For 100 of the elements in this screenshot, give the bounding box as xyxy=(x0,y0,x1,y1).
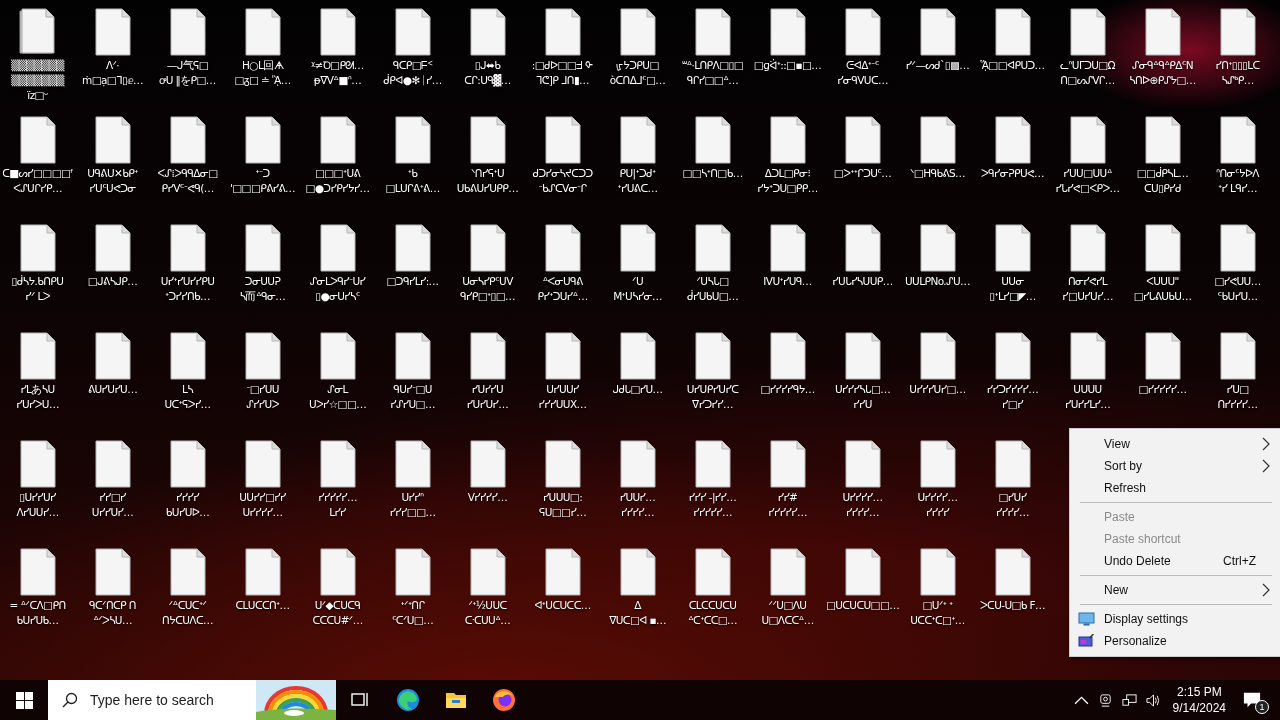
file-icon[interactable] xyxy=(317,440,358,488)
file-icon[interactable] xyxy=(1217,116,1258,164)
file-icon[interactable] xyxy=(1142,8,1183,56)
file-icon[interactable] xyxy=(542,116,583,164)
file-name[interactable]: ᑭᑌ|ᐩᑐᑯᐩ ᐩᓯᑌᕕᑕ… xyxy=(617,166,658,196)
file-icon[interactable] xyxy=(392,548,433,596)
file-icon[interactable] xyxy=(1067,116,1108,164)
file-name[interactable]: ᑌᓯᓯᓯᑌᓯ□… xyxy=(909,382,966,397)
file-name[interactable]: ᑫᑕᐟᑎᑕᑭ ᑎ ᐞᐟᐳᓴᑌ… xyxy=(89,598,136,628)
file-name[interactable]: = ᐞᐟᑕᐱ□ᑭᑎ ᑲᑌᓯᑌᑲ… xyxy=(9,598,66,628)
file-name[interactable]: ᐟᑌᓴᒐ□ ᑰᓯᑌᑲᑌ□… xyxy=(686,274,739,304)
file-name[interactable]: ᑌᑌᒪᑭNo.ᔑᑌ… xyxy=(905,274,970,289)
file-icon[interactable] xyxy=(992,332,1033,380)
file-name[interactable]: ᐩᐟᐩᑎᒋ ᑦᑕᐟᑌ□… xyxy=(391,598,434,628)
file-name[interactable]: □ᓯᓯᓯᓯᓯ… xyxy=(1138,382,1187,397)
file-name[interactable]: ᓯᓯ□ᓯ ᑌᓯᓯᑌᓯ… xyxy=(91,490,134,520)
file-name[interactable]: ᑌᓯᑌᑌᓯ ᓯᓯᓯᑌᑌX… xyxy=(538,382,587,412)
file-name[interactable]: ᒪᓴ ᑌᑕᐩᕋᐳᓯ… xyxy=(164,382,211,412)
file-icon[interactable] xyxy=(1067,224,1108,272)
edge-browser-icon[interactable] xyxy=(396,688,420,712)
file-icon[interactable] xyxy=(392,224,433,272)
file-icon[interactable] xyxy=(242,332,283,380)
firefox-icon[interactable] xyxy=(492,688,516,712)
file-icon[interactable] xyxy=(692,8,733,56)
file-name[interactable]: ᐱᐟ· ṁ□ạ□ᒣ▯ⅇ… xyxy=(82,58,143,88)
file-icon[interactable] xyxy=(617,548,658,596)
file-icon[interactable] xyxy=(92,8,133,56)
file-name[interactable]: ᵡ≠Ꝺ□ᑭᘛ… ᵽᐁᐯᐞ■ᐢ… xyxy=(311,58,364,88)
file-icon[interactable] xyxy=(692,224,733,272)
file-name[interactable]: ᓯᑌᒐᓯᓴᑌᑌᑭ… xyxy=(832,274,893,289)
file-icon[interactable] xyxy=(317,548,358,596)
file-name[interactable]: ᐟᐞᑕᑌᑕᐩᐟ ᑎᔭᑕᑌᐱᑕ… xyxy=(162,598,213,628)
file-icon[interactable] xyxy=(992,224,1033,272)
file-name[interactable]: ᓯᒪあᓴᑌ ᓯᑌᓯᐳᑌ… xyxy=(16,382,59,412)
file-name[interactable]: ᓯᓯ# ᓯᓯᓯᓯᓯ… xyxy=(768,490,807,520)
file-name[interactable]: ᑌᓯᐩᓯᑌᓯᓯᑭᑌ ᐩᑐᓯᓯᑎᑲ… xyxy=(160,274,215,304)
file-icon[interactable] xyxy=(242,116,283,164)
file-name[interactable]: :□ᑯᐅ□□ᖵ ᡐ ᒣᕦ]ᑭ ᒧᑎ▮… xyxy=(531,58,594,88)
file-name[interactable]: ᑌᓯᓯᓯᓯ… ᓯᓯᓯᓯ xyxy=(917,490,958,520)
file-icon[interactable] xyxy=(617,332,658,380)
file-name[interactable]: ᐢᑎᓂᑦᔭᐅᐱ ᐩᓯ ᒪᑫᓯ… xyxy=(1216,166,1259,196)
file-icon[interactable] xyxy=(992,548,1033,596)
file-name[interactable]: ᑫᑌᓯᐨ□ᑌ ᓯᔑᓯᑌ□… xyxy=(390,382,435,412)
file-icon[interactable] xyxy=(692,440,733,488)
file-name[interactable]: ᓯᓯᓯ -|ᓯᓯ… ᓯᓯᓯᓯᓯ… xyxy=(688,490,737,520)
file-name[interactable]: ᓯᓯᓯᓯᓯ… ᒪᓯᓯ xyxy=(318,490,357,520)
notification-icon[interactable] xyxy=(1243,691,1261,709)
file-name[interactable]: ᓯᓯᑐᓯᓯᓯᓯ… ᓯ□ᓯ xyxy=(986,382,1039,412)
file-icon[interactable] xyxy=(467,332,508,380)
file-name[interactable]: ᐳᑫᓯᓂᕈᑭᑌᕙ… xyxy=(981,166,1044,181)
file-name[interactable]: ᑕᒪᑕᑕᑌᑕᑌ ᐞᑕᐩᑕᑕ□… xyxy=(688,598,737,628)
file-name[interactable]: ᔑᓂᒪ ᑌᐳᓯ☆□□… xyxy=(308,382,367,412)
file-icon[interactable] xyxy=(92,332,133,380)
file-name[interactable]: ᐠ□ᕼᑫᑲᕕS… xyxy=(910,166,965,181)
file-icon[interactable] xyxy=(542,440,583,488)
file-icon[interactable] xyxy=(842,116,883,164)
file-icon[interactable] xyxy=(242,224,283,272)
file-icon[interactable] xyxy=(17,224,58,272)
file-name[interactable]: ᑌᓯᑌᑭᓯᑌᓯᑕ ᐁᓯᑐᓯᓯ… xyxy=(686,382,739,412)
file-name[interactable]: ᐃᑐᒪ□ᑭᓂ⁝ ᓯᔭᐩᑐᑌ□ᑭᑭ… xyxy=(757,166,818,196)
file-name[interactable]: ᐜᐞ·ᒪᑎᑭᐱ□▯□ ᑫᒋᓯ□□ᐞ… xyxy=(682,58,743,88)
file-icon[interactable] xyxy=(767,440,808,488)
file-name[interactable]: ᐩᐨᑐ '□□□ᑭᕕᓯᕕ… xyxy=(229,166,295,196)
file-icon[interactable] xyxy=(692,548,733,596)
file-name[interactable]: ᐞᐸᓂᑌᑫᕕ ᑭᓯᐩᑐᑌᓯᐞ… xyxy=(537,274,588,304)
file-name[interactable]: ᐸᔑ⁞ᐳᑫᑫᐃᓂ□ ᑭᓯᐯᑦᐨᕙᑫ(… xyxy=(157,166,218,196)
file-stack-icon[interactable] xyxy=(17,8,58,56)
windows-start-icon[interactable] xyxy=(16,691,33,709)
file-name[interactable]: ᒍᑯᒐ□ᓯᑌ… xyxy=(612,382,663,397)
file-name[interactable]: □ɡᐛᕀ::□▪□… xyxy=(753,58,822,73)
file-icon[interactable] xyxy=(167,332,208,380)
file-icon[interactable] xyxy=(917,440,958,488)
file-icon[interactable] xyxy=(317,224,358,272)
file-name[interactable]: ᐟᑌ Mᐩᑌᓴᓯᓂ… xyxy=(613,274,662,304)
file-icon[interactable] xyxy=(1067,332,1108,380)
file-name[interactable]: ᓚᐢᑌᒥᑐᑌ□Ω ᑎ□ᔕᔑᐯᒋ… xyxy=(1059,58,1116,88)
file-name[interactable]: ᑌᑌᑌᑌ ᓯᑌᓯᓯᒪᓯ… xyxy=(1064,382,1111,412)
file-name[interactable]: ᔑᓂᑫᐞᑫᐞᑭᐃᑦN ᓴᑎᐅ⊕ᑭᔑᔭ□… xyxy=(1129,58,1196,88)
file-icon[interactable] xyxy=(467,8,508,56)
file-name[interactable]: ᑕ■ᔕᓯ□□□□ᶠ ᐸᔑᑌᒋᓯᑭ… xyxy=(2,166,73,196)
menu-item[interactable]: View xyxy=(1070,433,1280,455)
file-name[interactable]: ▯ᑌᓯᓯᑌᓯ ᐱᓯᑌᑌᓯ… xyxy=(16,490,59,520)
file-icon[interactable] xyxy=(842,440,883,488)
file-icon[interactable] xyxy=(767,332,808,380)
menu-item[interactable]: Personalize xyxy=(1070,630,1280,652)
file-icon[interactable] xyxy=(17,548,58,596)
file-name[interactable]: □□ᑰᑭᓴᒪ… ᑕᑌ▯ᑭᓯᑯ xyxy=(1136,166,1189,196)
file-icon[interactable] xyxy=(842,8,883,56)
file-icon[interactable] xyxy=(692,332,733,380)
file-name[interactable]: ᕮᐊᐃᐩᐨᑦ ᓯᓂᑫᐯᑌᑕ… xyxy=(837,58,888,88)
file-icon[interactable] xyxy=(917,116,958,164)
file-icon[interactable] xyxy=(392,116,433,164)
file-name[interactable]: ᓯᑎᐩ▯▯▯ᒪᑕ ᓴᔑᒃᑭ… xyxy=(1215,58,1260,88)
file-icon[interactable] xyxy=(242,548,283,596)
file-icon[interactable] xyxy=(92,116,133,164)
file-name[interactable]: ᕼ○ᒪ回ᗗ □ᵹ□ ≐ ᾋ… xyxy=(234,58,291,88)
file-name[interactable]: ᑌᓯᓯᓯᓴᒐ□… ᓯᓯᑌ xyxy=(834,382,891,412)
file-name[interactable]: —ᒍ气ᕋ□ ꝍᑌ ‖をᑭ□… xyxy=(159,58,216,88)
file-name[interactable]: ᑫᑕᑭ□ᖴᑉ ᑰᑭᐊ●✻ᛁᓯ… xyxy=(383,58,442,88)
file-icon[interactable] xyxy=(17,332,58,380)
